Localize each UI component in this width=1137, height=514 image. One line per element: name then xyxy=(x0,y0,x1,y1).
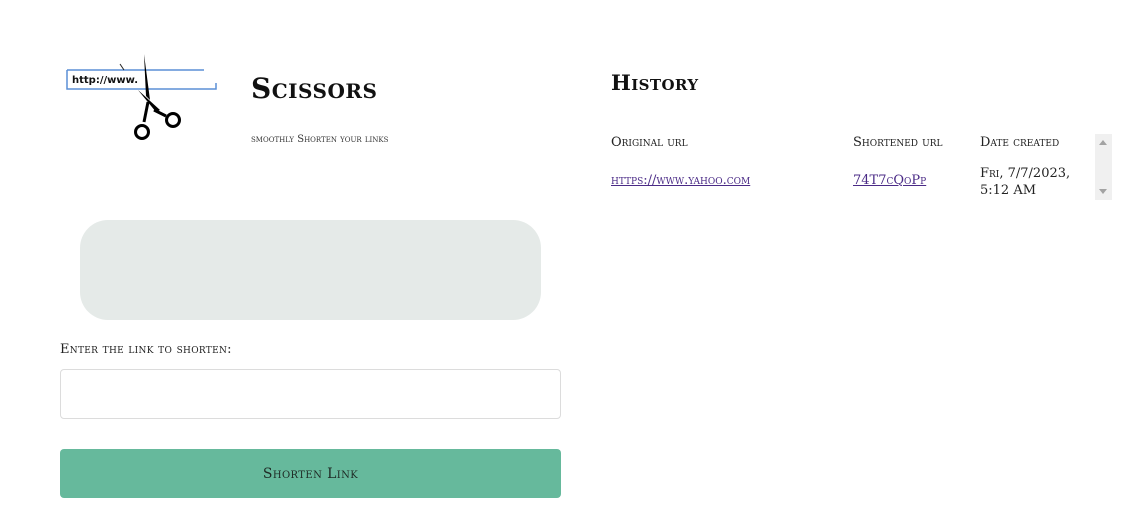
column-header-date-created: Date created xyxy=(980,135,1060,150)
app-title: Scissors xyxy=(251,72,378,105)
original-url-link[interactable]: https://www.yahoo.com xyxy=(611,173,750,188)
scissors-logo-icon: http://www. xyxy=(66,54,217,140)
shortened-url-link[interactable]: 74T7cQoPp xyxy=(853,173,926,188)
history-title: History xyxy=(611,70,699,95)
column-header-original-url: Original url xyxy=(611,135,688,150)
history-scrollbar[interactable] xyxy=(1095,134,1112,200)
scroll-up-arrow-icon[interactable] xyxy=(1099,140,1107,145)
date-created-cell: Fri, 7/7/2023, 5:12 AM xyxy=(980,166,1071,198)
logo-url-text: http://www. xyxy=(72,75,138,86)
shortened-result-box xyxy=(80,220,541,320)
link-input-label: Enter the link to shorten: xyxy=(60,342,232,357)
history-table: Original url Shortened url Date created … xyxy=(611,132,1112,202)
app-tagline: smoothly Shorten your links xyxy=(251,134,389,145)
shorten-link-button[interactable]: Shorten Link xyxy=(60,449,561,498)
page: http://www. Scissors smoothly Shorten yo… xyxy=(0,0,1137,514)
column-header-shortened-url: Shortened url xyxy=(853,135,943,150)
link-input[interactable] xyxy=(60,369,561,419)
scroll-down-arrow-icon[interactable] xyxy=(1099,189,1107,194)
